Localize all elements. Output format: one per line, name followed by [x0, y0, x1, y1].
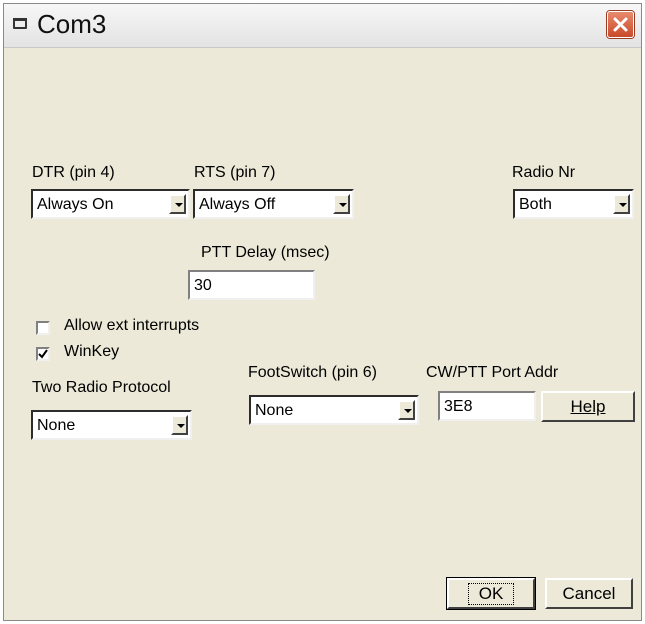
close-icon	[613, 17, 628, 32]
chevron-down-icon[interactable]	[333, 194, 350, 214]
com3-dialog: Com3 DTR (pin 4) Always On RTS (pin 7) A…	[3, 3, 642, 621]
cw-ptt-port-value: 3E8	[444, 398, 473, 415]
allow-ext-interrupts-checkbox[interactable]	[36, 321, 50, 335]
ok-button-label: OK	[467, 583, 515, 605]
help-button[interactable]: Help	[541, 391, 635, 422]
chevron-down-icon[interactable]	[169, 194, 186, 214]
two-radio-protocol-select[interactable]: None	[31, 410, 192, 440]
cancel-button-label: Cancel	[562, 584, 616, 603]
chevron-down-icon[interactable]	[613, 194, 630, 214]
footswitch-value: None	[255, 402, 294, 419]
ptt-delay-input[interactable]: 30	[188, 270, 315, 300]
cancel-button[interactable]: Cancel	[545, 578, 633, 609]
dtr-value: Always On	[37, 196, 114, 213]
dtr-select[interactable]: Always On	[31, 189, 190, 219]
rts-select[interactable]: Always Off	[193, 189, 354, 219]
chevron-down-icon[interactable]	[398, 400, 415, 420]
title-bar[interactable]: Com3	[4, 4, 641, 48]
two-radio-protocol-value: None	[37, 417, 76, 434]
cw-ptt-port-label: CW/PTT Port Addr	[426, 364, 559, 381]
window-title: Com3	[37, 9, 107, 39]
close-button[interactable]	[607, 11, 634, 38]
winkey-checkbox[interactable]	[36, 347, 50, 361]
checkmark-icon	[38, 349, 48, 359]
ptt-delay-label: PTT Delay (msec)	[201, 244, 330, 261]
ptt-delay-value: 30	[194, 277, 212, 294]
winkey-label: WinKey	[64, 343, 120, 360]
two-radio-protocol-label: Two Radio Protocol	[32, 379, 171, 396]
cw-ptt-port-input[interactable]: 3E8	[438, 391, 536, 421]
footswitch-label: FootSwitch (pin 6)	[248, 364, 377, 381]
footswitch-select[interactable]: None	[249, 395, 419, 425]
rts-label: RTS (pin 7)	[194, 164, 276, 181]
help-button-label: Help	[570, 397, 606, 416]
rts-value: Always Off	[199, 196, 276, 213]
dtr-label: DTR (pin 4)	[32, 164, 115, 181]
radio-nr-value: Both	[519, 196, 552, 213]
radio-nr-select[interactable]: Both	[513, 189, 634, 219]
window-icon	[13, 18, 27, 29]
radio-nr-label: Radio Nr	[512, 164, 576, 181]
ok-button[interactable]: OK	[447, 578, 535, 609]
chevron-down-icon[interactable]	[171, 415, 188, 435]
allow-ext-interrupts-label: Allow ext interrupts	[64, 317, 200, 334]
